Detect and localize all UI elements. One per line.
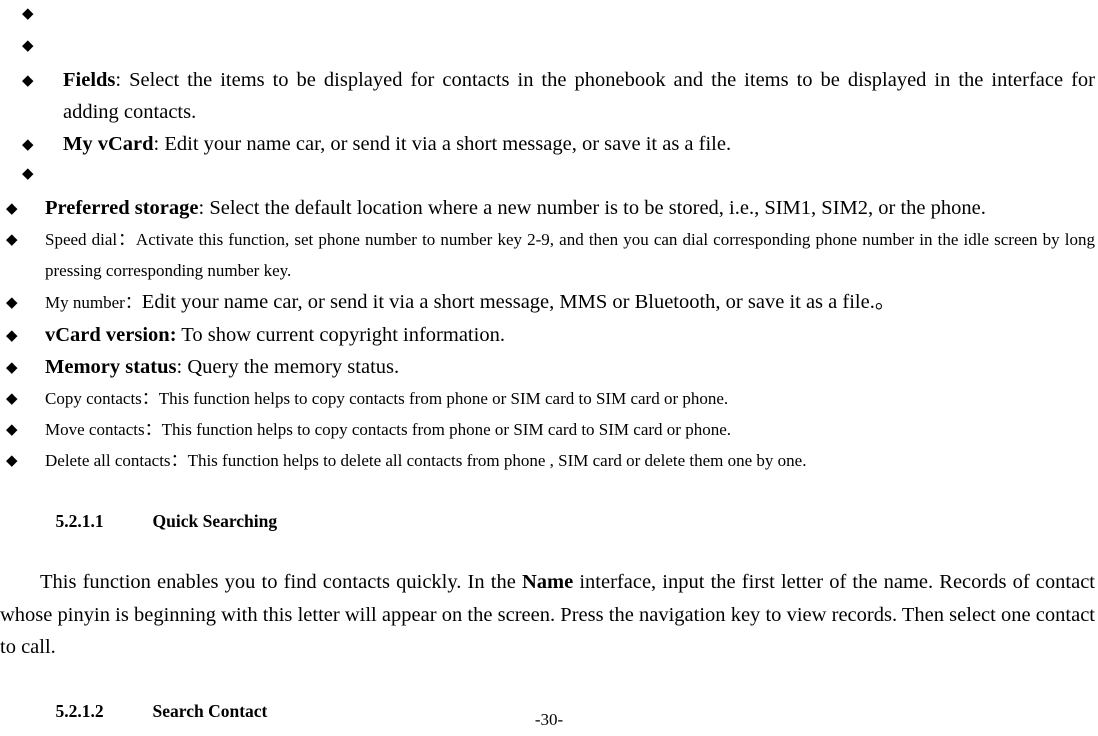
list-item-label: Delete all contacts: [45, 451, 171, 470]
list-item-text: Select the items to be displayed for con…: [63, 69, 1095, 123]
section-heading-quick-searching: 5.2.1.1 Quick Searching: [0, 476, 1098, 566]
list-item-separator: ：: [124, 293, 142, 312]
list-item-fields: ◆ Fields: Select the items to be display…: [0, 64, 1098, 128]
manual-page: ◆ ◆ ◆ Fields: Select the items to be dis…: [0, 0, 1098, 736]
list-item-label: Copy contacts: [45, 389, 142, 408]
section-number: 5.2.1.1: [55, 511, 104, 531]
list-item-body: Copy contacts：This function helps to cop…: [45, 383, 1095, 414]
diamond-bullet-icon: ◆: [6, 326, 18, 344]
list-item-text: Activate this function, set phone number…: [45, 230, 1096, 280]
paragraph-text-before: This function enables you to find contac…: [40, 571, 522, 593]
list-item-separator: ：: [170, 451, 188, 470]
list-item-body: My number：Edit your name car, or send it…: [45, 286, 1095, 319]
section-title: Quick Searching: [152, 511, 278, 531]
list-item-speed-dial: ◆ Speed dial：Activate this function, set…: [0, 224, 1098, 286]
list-item-preferred-storage: ◆ Preferred storage: Select the default …: [0, 192, 1098, 224]
diamond-bullet-icon: ◆: [6, 389, 18, 407]
list-item-label: My number: [45, 293, 125, 312]
list-item: ◆: [0, 32, 1098, 64]
list-item-body: My vCard: Edit your name car, or send it…: [63, 128, 1095, 160]
list-item-my-vcard: ◆ My vCard: Edit your name car, or send …: [0, 128, 1098, 160]
list-item-text: Select the default location where a new …: [209, 197, 986, 219]
diamond-bullet-icon: ◆: [6, 293, 18, 311]
list-item-text: This function helps to copy contacts fro…: [161, 420, 731, 439]
list-item-label: Preferred storage: [45, 197, 199, 219]
list-item-text: Query the memory status.: [187, 356, 400, 378]
list-item-separator: :: [198, 197, 210, 219]
diamond-bullet-icon: ◆: [6, 199, 18, 217]
diamond-bullet-icon: ◆: [22, 36, 34, 54]
list-item-my-number: ◆ My number：Edit your name car, or send …: [0, 286, 1098, 319]
list-item-label: Speed dial: [45, 230, 118, 249]
list-item-separator: ：: [141, 389, 159, 408]
paragraph-quick-searching: This function enables you to find contac…: [0, 566, 1095, 664]
list-item-separator: :: [176, 356, 188, 378]
list-item-separator: :: [153, 133, 165, 155]
page-number: -30-: [534, 710, 564, 729]
list-item-text: To show current copyright information.: [181, 324, 505, 346]
diamond-bullet-icon: ◆: [22, 4, 34, 22]
paragraph-emphasis: Name: [521, 571, 574, 593]
list-item-copy-contacts: ◆ Copy contacts：This function helps to c…: [0, 383, 1098, 414]
diamond-bullet-icon: ◆: [22, 135, 34, 153]
list-item-vcard-version: ◆ vCard version: To show current copyrig…: [0, 319, 1098, 351]
list-item-memory-status: ◆ Memory status: Query the memory status…: [0, 351, 1098, 383]
bullet-list: ◆ ◆ ◆ Fields: Select the items to be dis…: [0, 0, 1098, 476]
diamond-bullet-icon: ◆: [6, 420, 18, 438]
diamond-bullet-icon: ◆: [22, 164, 34, 182]
list-item-text: This function helps to copy contacts fro…: [158, 389, 729, 408]
list-item-label: Memory status: [45, 356, 177, 378]
list-item-separator: ：: [117, 230, 136, 249]
list-item-label: Move contacts: [45, 420, 145, 439]
list-item-text: Edit your name car, or send it via a sho…: [164, 133, 732, 155]
list-item-text: Edit your name car, or send it via a sho…: [141, 291, 896, 313]
list-item-separator: ：: [144, 420, 162, 439]
list-item: ◆: [0, 0, 1098, 32]
diamond-bullet-icon: ◆: [6, 358, 18, 376]
list-item-move-contacts: ◆ Move contacts：This function helps to c…: [0, 414, 1098, 445]
list-item-body: Fields: Select the items to be displayed…: [63, 64, 1095, 128]
diamond-bullet-icon: ◆: [6, 451, 18, 469]
diamond-bullet-icon: ◆: [6, 230, 18, 248]
list-item-body: Preferred storage: Select the default lo…: [45, 192, 1095, 224]
list-item-text: This function helps to delete all contac…: [187, 451, 807, 470]
list-item-label: vCard version:: [45, 324, 177, 346]
list-item-body: Memory status: Query the memory status.: [45, 351, 1095, 383]
list-item: ◆: [0, 160, 1098, 192]
list-item-delete-all-contacts: ◆ Delete all contacts：This function help…: [0, 445, 1098, 476]
list-item-body: Move contacts：This function helps to cop…: [45, 414, 1095, 445]
list-item-body: Delete all contacts：This function helps …: [45, 445, 1095, 476]
list-item-label: My vCard: [63, 133, 154, 155]
list-item-body: vCard version: To show current copyright…: [45, 319, 1095, 351]
list-item-separator: :: [115, 69, 130, 91]
list-item-label: Fields: [63, 69, 116, 91]
list-item-body: Speed dial：Activate this function, set p…: [45, 224, 1095, 286]
diamond-bullet-icon: ◆: [22, 71, 34, 89]
